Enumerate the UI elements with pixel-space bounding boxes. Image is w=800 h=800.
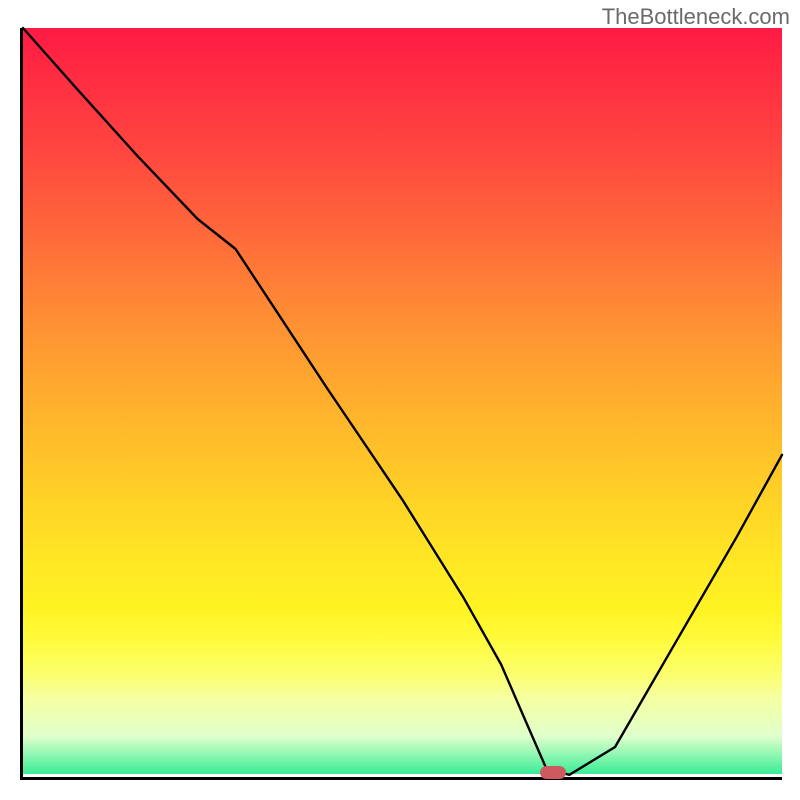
chart-plot-area bbox=[20, 28, 782, 780]
bottleneck-curve-path bbox=[23, 28, 782, 775]
watermark-text: TheBottleneck.com bbox=[602, 4, 790, 30]
optimal-point-marker bbox=[540, 766, 566, 779]
chart-lines-svg bbox=[23, 28, 782, 777]
